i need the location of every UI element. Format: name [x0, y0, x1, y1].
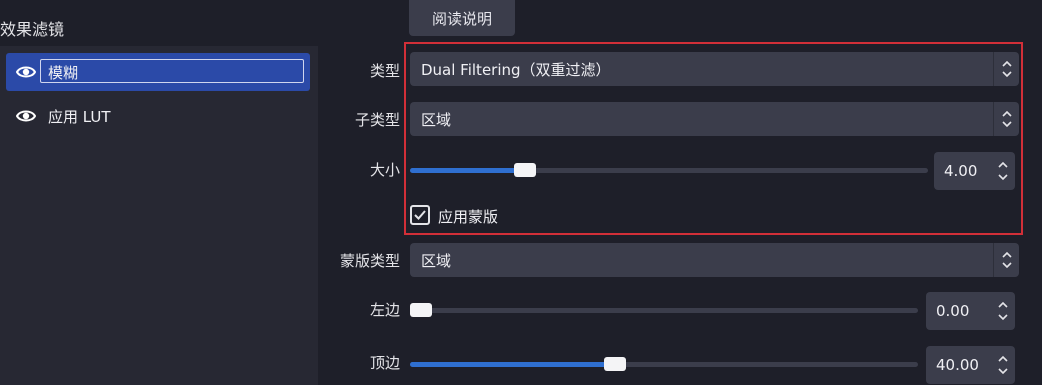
filter-name-edit[interactable] — [40, 59, 304, 83]
mask-type-label: 蒙版类型 — [339, 252, 400, 270]
updown-chevron-icon — [993, 52, 1019, 86]
filter-item-blur[interactable]: 模糊 — [6, 53, 310, 91]
checkmark-icon — [414, 210, 426, 220]
size-slider-fill — [410, 168, 526, 173]
filters-panel: 效果滤镜 模糊 应用 LUT — [0, 0, 320, 385]
filter-item-lut[interactable]: 应用 LUT — [6, 97, 310, 135]
mask-type-select-value: 区域 — [421, 251, 452, 270]
size-slider[interactable] — [410, 163, 928, 177]
size-value: 4.00 — [944, 162, 978, 180]
type-label: 类型 — [369, 62, 400, 80]
eye-icon[interactable] — [16, 108, 36, 124]
type-select-value: Dual Filtering（双重过滤） — [421, 60, 611, 79]
left-edge-label: 左边 — [369, 301, 400, 319]
spin-arrows-icon[interactable] — [991, 152, 1015, 190]
left-edge-value: 0.00 — [936, 302, 970, 320]
top-edge-value: 40.00 — [936, 356, 979, 374]
size-label: 大小 — [369, 161, 400, 179]
left-edge-slider-thumb[interactable] — [410, 303, 432, 317]
size-spinbox[interactable]: 4.00 — [934, 152, 1015, 190]
readme-button[interactable]: 阅读说明 — [409, 0, 515, 36]
subtype-select[interactable]: 区域 — [410, 102, 1019, 136]
filters-title: 效果滤镜 — [0, 20, 65, 39]
updown-chevron-icon — [993, 102, 1019, 136]
mask-type-select[interactable]: 区域 — [410, 243, 1019, 277]
spin-arrows-icon[interactable] — [991, 346, 1015, 384]
filter-item-label: 应用 LUT — [48, 108, 111, 126]
apply-mask-label: 应用蒙版 — [438, 208, 499, 226]
apply-mask-checkbox[interactable] — [410, 205, 430, 225]
top-edge-slider-thumb[interactable] — [604, 357, 627, 371]
left-edge-spinbox[interactable]: 0.00 — [926, 292, 1015, 330]
top-edge-slider[interactable] — [410, 357, 918, 371]
subtype-select-value: 区域 — [421, 110, 452, 129]
updown-chevron-icon — [993, 243, 1019, 277]
spin-arrows-icon[interactable] — [991, 292, 1015, 330]
left-edge-slider[interactable] — [410, 303, 918, 317]
top-edge-spinbox[interactable]: 40.00 — [926, 346, 1015, 384]
type-select[interactable]: Dual Filtering（双重过滤） — [410, 52, 1019, 86]
top-edge-slider-fill — [410, 362, 616, 367]
size-slider-thumb[interactable] — [514, 163, 537, 177]
filter-item-label: 模糊 — [48, 64, 79, 82]
subtype-label: 子类型 — [354, 111, 400, 129]
top-edge-label: 顶边 — [369, 354, 400, 372]
filter-list: 模糊 应用 LUT — [0, 46, 318, 385]
eye-icon[interactable] — [16, 64, 36, 80]
